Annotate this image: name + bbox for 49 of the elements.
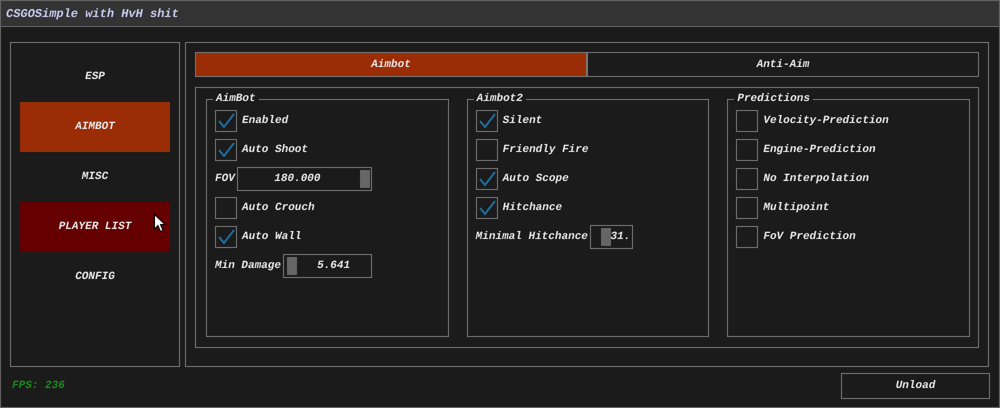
checkbox-label: Auto Wall (242, 231, 302, 243)
checkbox-label: Enabled (242, 115, 288, 127)
slider[interactable]: 5.641 (283, 254, 372, 278)
checkbox[interactable] (736, 197, 758, 219)
slider-thumb[interactable] (360, 170, 370, 188)
slider-label: Minimal Hitchance (476, 231, 588, 243)
sidebar-item[interactable]: MISC (20, 152, 170, 202)
sidebar-item[interactable]: AIMBOT (20, 102, 170, 152)
checkbox[interactable] (736, 139, 758, 161)
checkbox-label: Auto Scope (502, 173, 569, 185)
checkbox[interactable] (736, 168, 758, 190)
tab[interactable]: Anti-Aim (587, 52, 979, 77)
checkbox-label: Hitchance (502, 202, 562, 214)
slider-value: 180.000 (273, 172, 322, 187)
tab[interactable]: Aimbot (195, 52, 587, 77)
checkbox-label: Friendly Fire (502, 144, 588, 156)
unload-button[interactable]: Unload (841, 373, 990, 399)
checkbox-label: Velocity-Prediction (763, 115, 889, 127)
window-title: CSGOSimple with HvH shit (6, 6, 179, 20)
checkbox-label: Auto Shoot (242, 144, 308, 156)
slider[interactable]: 180.000 (236, 167, 372, 191)
slider-thumb[interactable] (600, 228, 611, 246)
checkbox-label: FoV Prediction (763, 231, 856, 243)
slider-label: FOV (215, 173, 235, 185)
checkbox[interactable] (476, 168, 498, 190)
slider-label: Min Damage (215, 260, 282, 272)
checkbox-label: Multipoint (763, 202, 830, 214)
checkbox[interactable] (736, 226, 758, 248)
sidebar-item[interactable]: CONFIG (20, 252, 170, 302)
sidebar-item[interactable]: ESP (20, 52, 170, 102)
slider-thumb[interactable] (287, 257, 298, 275)
checkbox-label: Auto Crouch (242, 202, 315, 214)
checkbox[interactable] (215, 110, 237, 132)
mouse-cursor-icon (154, 214, 166, 233)
checkbox[interactable] (215, 226, 237, 248)
slider-value: 31. (610, 230, 632, 245)
sidebar-item[interactable]: PLAYER LIST (20, 202, 170, 252)
slider-value: 5.641 (316, 259, 352, 274)
checkbox[interactable] (476, 139, 498, 161)
checkbox-label: Silent (502, 115, 542, 127)
slider[interactable]: 31. (590, 225, 633, 249)
checkbox-label: No Interpolation (763, 173, 869, 185)
checkbox[interactable] (476, 110, 498, 132)
checkbox[interactable] (215, 139, 237, 161)
checkbox[interactable] (476, 197, 498, 219)
checkbox-label: Engine-Prediction (763, 144, 876, 156)
checkbox[interactable] (736, 110, 758, 132)
fps-counter: FPS: 236 (11, 380, 65, 392)
checkbox[interactable] (215, 197, 237, 219)
